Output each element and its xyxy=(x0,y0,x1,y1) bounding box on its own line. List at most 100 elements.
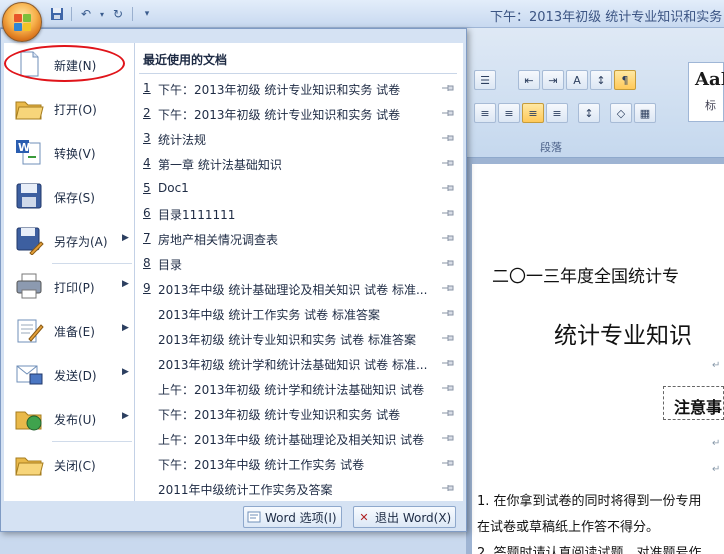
shading-button[interactable]: ◇ xyxy=(610,103,632,123)
menu-item-prepare[interactable]: 准备(E) ▶ xyxy=(4,309,135,351)
recent-document-item[interactable]: 2011年中级统计工作实务及答案 xyxy=(135,477,463,502)
recent-document-item[interactable]: 8 目录 xyxy=(135,252,463,277)
pin-icon[interactable] xyxy=(441,382,455,394)
pin-icon[interactable] xyxy=(441,257,455,269)
menu-separator xyxy=(52,263,132,264)
recent-document-item[interactable]: 7 房地产相关情况调查表 xyxy=(135,227,463,252)
recent-document-item[interactable]: 9 2013年中级 统计基础理论及相关知识 试卷 标准... xyxy=(135,277,463,302)
recent-name: Doc1 xyxy=(158,181,189,195)
recent-document-item[interactable]: 上午：2013年中级 统计基础理论及相关知识 试卷 xyxy=(135,427,463,452)
svg-text:W: W xyxy=(18,141,30,154)
printer-icon xyxy=(14,271,44,301)
recent-document-item[interactable]: 1 下午：2013年初级 统计专业知识和实务 试卷 xyxy=(135,77,463,102)
pin-icon[interactable] xyxy=(441,307,455,319)
recent-number: 5 xyxy=(143,181,151,195)
menu-item-label: 关闭(C) xyxy=(54,459,96,473)
recent-document-item[interactable]: 2013年初级 统计专业知识和实务 试卷 标准答案 xyxy=(135,327,463,352)
justify-button[interactable]: ≡ xyxy=(522,103,544,123)
recent-document-item[interactable]: 4 第一章 统计法基础知识 xyxy=(135,152,463,177)
pin-icon[interactable] xyxy=(441,232,455,244)
ribbon-row-2: ≡ ≡ ≡ ≡ ↕ ◇ ▦ xyxy=(474,103,656,123)
recent-document-item[interactable]: 2013年初级 统计学和统计法基础知识 试卷 标准... xyxy=(135,352,463,377)
pin-icon[interactable] xyxy=(441,107,455,119)
recent-name: 2011年中级统计工作实务及答案 xyxy=(158,483,333,497)
exit-word-button[interactable]: ✕ 退出 Word(X) xyxy=(353,506,457,528)
menu-item-label: 转换(V) xyxy=(54,147,96,161)
recent-document-item[interactable]: 2013年中级 统计工作实务 试卷 标准答案 xyxy=(135,302,463,327)
menu-item-convert[interactable]: W 转换(V) xyxy=(4,131,135,173)
recent-document-item[interactable]: 5 Doc1 xyxy=(135,177,463,202)
menu-item-send[interactable]: 发送(D) ▶ xyxy=(4,353,135,395)
recent-name: 2013年初级 统计专业知识和实务 试卷 标准答案 xyxy=(158,333,416,347)
submenu-arrow-icon: ▶ xyxy=(122,279,129,289)
menu-item-save-as[interactable]: 另存为(A) ▶ xyxy=(4,219,135,261)
pin-icon[interactable] xyxy=(441,82,455,94)
multilevel-list-button[interactable]: ☰ xyxy=(474,70,496,90)
office-button[interactable] xyxy=(2,2,42,42)
toolbar-separator xyxy=(71,7,72,21)
pin-icon[interactable] xyxy=(441,132,455,144)
decrease-indent-button[interactable]: ⇤ xyxy=(518,70,540,90)
recent-document-item[interactable]: 下午：2013年初级 统计专业知识和实务 试卷 xyxy=(135,402,463,427)
increase-indent-button[interactable]: ⇥ xyxy=(542,70,564,90)
recent-name: 2013年中级 统计基础理论及相关知识 试卷 标准... xyxy=(158,283,428,297)
menu-item-label: 准备(E) xyxy=(54,325,95,339)
convert-icon: W xyxy=(14,137,44,167)
doc-item-2: 2. 答题时请认真阅读试题，对准题号作 xyxy=(477,546,702,554)
recent-name: 下午：2013年初级 统计专业知识和实务 试卷 xyxy=(158,108,401,122)
recent-name: 下午：2013年初级 统计专业知识和实务 试卷 xyxy=(158,83,401,97)
publish-icon xyxy=(14,403,44,433)
paragraph-mark: ↵ xyxy=(712,360,721,371)
ribbon xyxy=(466,28,724,158)
recent-number: 1 xyxy=(143,81,151,95)
border-button[interactable]: ▦ xyxy=(634,103,656,123)
save-as-icon xyxy=(14,225,44,256)
recent-document-item[interactable]: 3 统计法规 xyxy=(135,127,463,152)
menu-item-publish[interactable]: 发布(U) ▶ xyxy=(4,397,135,439)
doc-heading-line: 二〇一三年度全国统计专 xyxy=(492,267,679,287)
pin-icon[interactable] xyxy=(441,282,455,294)
pin-icon[interactable] xyxy=(441,207,455,219)
open-folder-icon xyxy=(14,93,44,123)
recent-name: 房地产相关情况调查表 xyxy=(158,233,279,247)
style-gallery[interactable]: AaI 标 xyxy=(688,62,724,122)
pin-icon[interactable] xyxy=(441,407,455,419)
customize-toolbar-icon[interactable]: ▾ xyxy=(138,5,156,23)
save-icon[interactable] xyxy=(48,5,66,23)
title-bar: ↶ ▾ ↻ ▾ 下午：2013年初级 统计专业知识和实务 试 xyxy=(0,0,724,28)
sort-button[interactable]: ↕ xyxy=(590,70,612,90)
recent-document-item[interactable]: 6 目录1111111 xyxy=(135,202,463,227)
pin-icon[interactable] xyxy=(441,332,455,344)
menu-item-label: 保存(S) xyxy=(54,191,95,205)
pin-icon[interactable] xyxy=(441,482,455,494)
word-options-button[interactable]: Word 选项(I) xyxy=(243,506,342,528)
pin-icon[interactable] xyxy=(441,157,455,169)
menu-item-print[interactable]: 打印(P) ▶ xyxy=(4,265,135,307)
line-spacing-button[interactable]: ↕ xyxy=(578,103,600,123)
menu-item-open[interactable]: 打开(O) xyxy=(4,87,135,129)
recent-document-item[interactable]: 下午：2013年中级 统计工作实务 试卷 xyxy=(135,452,463,477)
pin-icon[interactable] xyxy=(441,457,455,469)
undo-icon[interactable]: ↶ xyxy=(77,5,95,23)
show-marks-button[interactable]: ¶ xyxy=(614,70,636,90)
recent-document-item[interactable]: 2 下午：2013年初级 统计专业知识和实务 试卷 xyxy=(135,102,463,127)
pin-icon[interactable] xyxy=(441,357,455,369)
distributed-button[interactable]: ≡ xyxy=(546,103,568,123)
menu-commands: 新建(N) 打开(O) W 转换(V) 保存(S) 另存为(A) ▶ 打印(P)… xyxy=(4,43,135,501)
recent-document-item[interactable]: 上午：2013年初级 统计学和统计法基础知识 试卷 xyxy=(135,377,463,402)
asian-layout-button[interactable]: A xyxy=(566,70,588,90)
redo-icon[interactable]: ↻ xyxy=(109,5,127,23)
notice-box-label: 注意事 xyxy=(674,398,723,417)
menu-separator xyxy=(52,441,132,442)
doc-title: 统计专业知识 xyxy=(554,323,692,349)
recent-name: 统计法规 xyxy=(158,133,207,147)
menu-item-save[interactable]: 保存(S) xyxy=(4,175,135,217)
center-align-button[interactable]: ≡ xyxy=(474,103,496,123)
dropdown-arrow-icon[interactable]: ▾ xyxy=(98,5,106,23)
right-align-button[interactable]: ≡ xyxy=(498,103,520,123)
menu-item-close[interactable]: 关闭(C) xyxy=(4,443,135,485)
pin-icon[interactable] xyxy=(441,182,455,194)
pin-icon[interactable] xyxy=(441,432,455,444)
recent-name: 2013年初级 统计学和统计法基础知识 试卷 标准... xyxy=(158,358,428,372)
close-icon: ✕ xyxy=(359,510,369,524)
